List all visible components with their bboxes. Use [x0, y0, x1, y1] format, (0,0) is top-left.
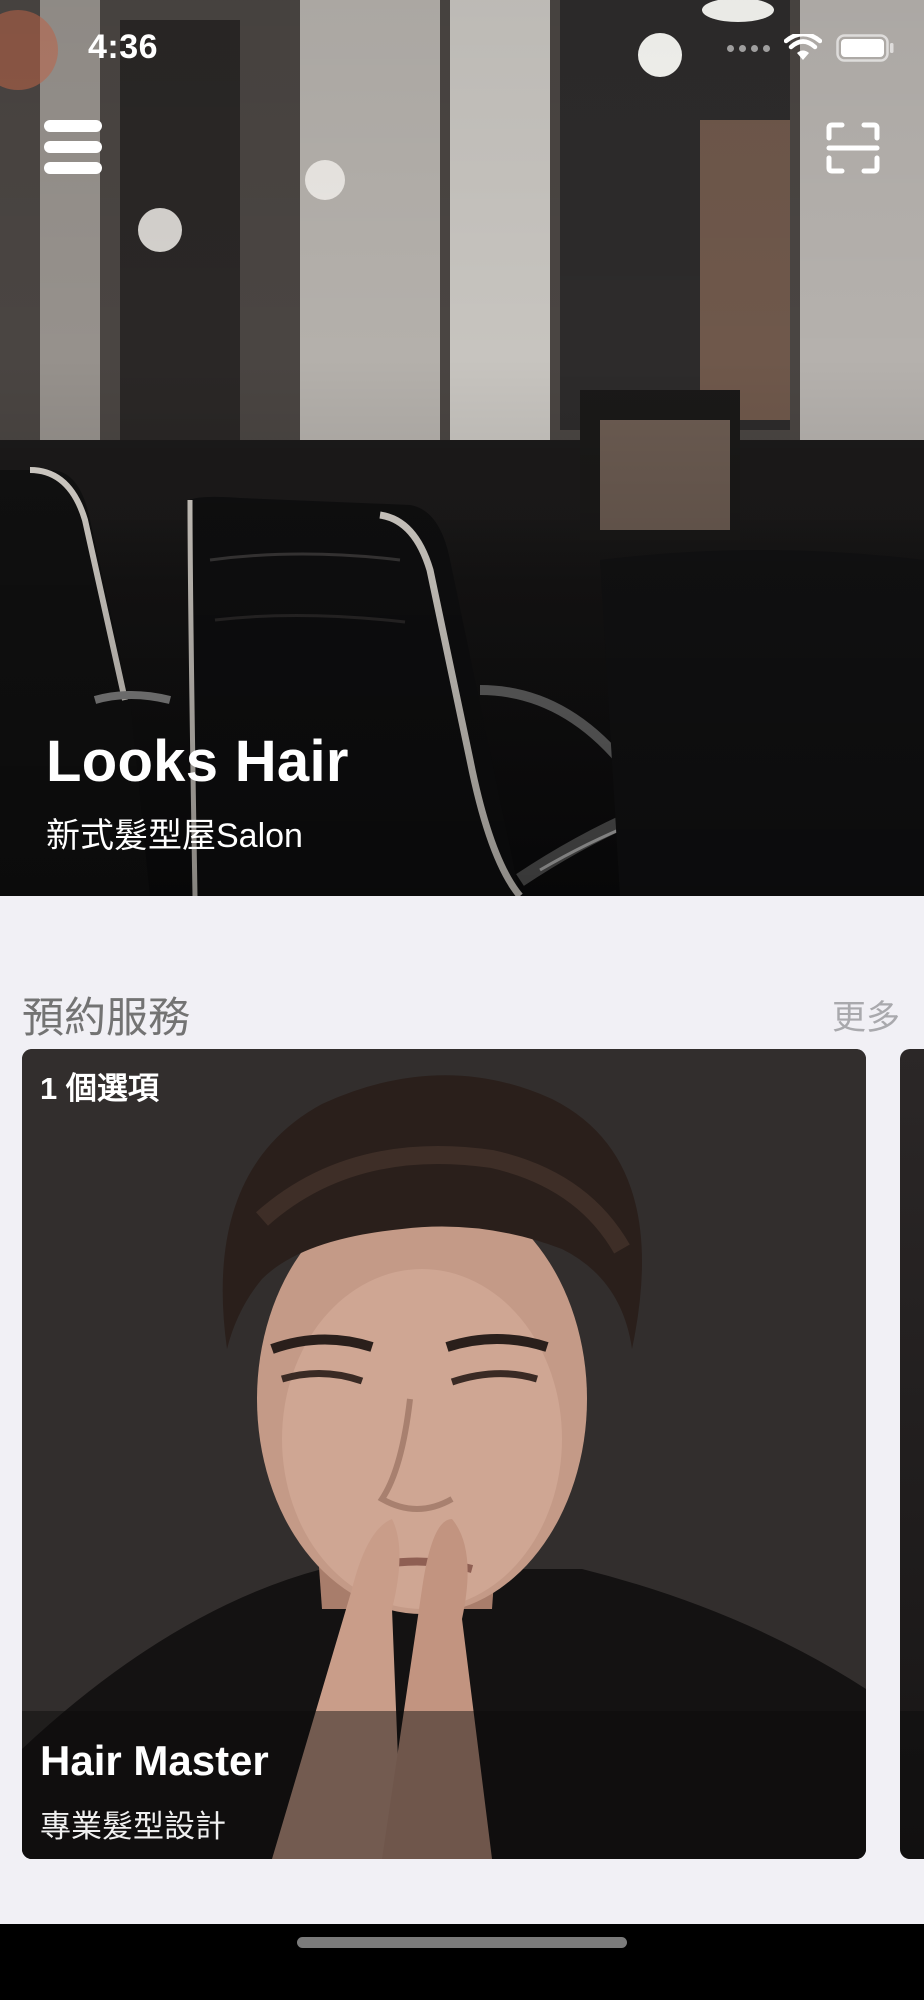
signal-dots-icon	[727, 44, 770, 52]
section-title: 預約服務	[22, 994, 191, 1041]
salon-name: Looks Hair	[46, 729, 349, 794]
status-bar: 4:36	[0, 0, 924, 100]
card-subtitle: 專業髮型設計	[40, 1809, 226, 1844]
service-card[interactable]: 1 個選項 Hair Master 專業髮型設計	[22, 1049, 866, 1859]
more-link[interactable]: 更多	[832, 990, 900, 1039]
home-indicator[interactable]	[297, 1937, 627, 1948]
card-footer: Hair Master 專業髮型設計	[22, 1711, 866, 1859]
scan-frame-icon[interactable]	[826, 122, 880, 174]
card-title: Hair Master	[40, 1737, 269, 1784]
status-icons	[727, 34, 894, 62]
hamburger-menu-icon[interactable]	[44, 120, 102, 174]
salon-subtitle: 新式髮型屋Salon	[46, 817, 303, 855]
hero-banner: 4:36 Looks Hair 新式髮型屋Salon	[0, 0, 924, 896]
options-badge: 1 個選項	[40, 1071, 159, 1106]
wifi-icon	[784, 34, 822, 60]
status-time: 4:36	[88, 28, 159, 66]
bottom-safe-area	[0, 1924, 924, 2000]
next-service-card[interactable]	[900, 1049, 924, 1859]
battery-icon	[836, 34, 894, 62]
next-card-footer	[900, 1711, 924, 1859]
